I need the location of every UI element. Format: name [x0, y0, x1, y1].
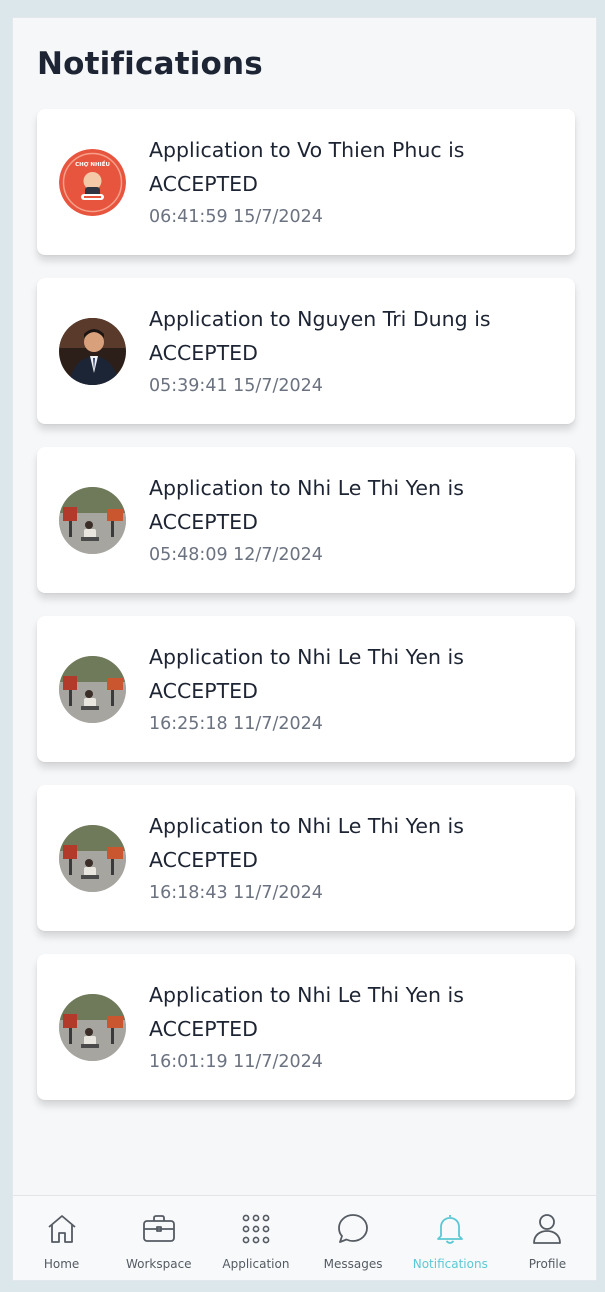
- nav-item-messages[interactable]: Messages: [305, 1196, 402, 1280]
- bell-icon: [437, 1215, 464, 1244]
- notification-message: Application to Nguyen Tri Dung is ACCEPT…: [149, 307, 491, 365]
- avatar: CHỢ NHIỀU: [59, 149, 126, 216]
- notification-list: CHỢ NHIỀU Application to Vo Thien Phuc i…: [37, 109, 575, 1123]
- nav-label: Home: [43, 1257, 80, 1271]
- avatar: [59, 994, 126, 1061]
- app-screen: Notifications CHỢ NHIỀU Application to V…: [12, 17, 597, 1281]
- notification-card[interactable]: Application to Nhi Le Thi Yen is ACCEPTE…: [37, 954, 575, 1100]
- grid-dots-icon: [242, 1214, 270, 1244]
- avatar: [59, 656, 126, 723]
- nav-item-notifications[interactable]: Notifications: [402, 1196, 499, 1280]
- briefcase-icon: [142, 1215, 175, 1242]
- avatar: [59, 487, 126, 554]
- notification-message: Application to Nhi Le Thi Yen is ACCEPTE…: [149, 983, 464, 1041]
- home-icon: [47, 1215, 76, 1243]
- notification-message: Application to Nhi Le Thi Yen is ACCEPTE…: [149, 814, 464, 872]
- notification-timestamp: 16:18:43 11/7/2024: [149, 883, 323, 903]
- user-icon: [533, 1214, 562, 1244]
- nav-item-profile[interactable]: Profile: [499, 1196, 596, 1280]
- notification-card[interactable]: Application to Nguyen Tri Dung is ACCEPT…: [37, 278, 575, 424]
- notification-timestamp: 16:25:18 11/7/2024: [149, 714, 323, 734]
- nav-item-workspace[interactable]: Workspace: [110, 1196, 207, 1280]
- notification-card[interactable]: Application to Nhi Le Thi Yen is ACCEPTE…: [37, 447, 575, 593]
- nav-label: Messages: [323, 1257, 383, 1271]
- notification-card[interactable]: Application to Nhi Le Thi Yen is ACCEPTE…: [37, 616, 575, 762]
- nav-label: Application: [222, 1257, 290, 1271]
- notification-timestamp: 05:39:41 15/7/2024: [149, 376, 323, 396]
- avatar: [59, 825, 126, 892]
- chat-bubble-icon: [338, 1214, 368, 1243]
- avatar: [59, 318, 126, 385]
- notification-message: Application to Vo Thien Phuc is ACCEPTED: [149, 138, 465, 196]
- notification-timestamp: 05:48:09 12/7/2024: [149, 545, 323, 565]
- notification-timestamp: 06:41:59 15/7/2024: [149, 207, 323, 227]
- nav-item-home[interactable]: Home: [13, 1196, 110, 1280]
- notification-message: Application to Nhi Le Thi Yen is ACCEPTE…: [149, 476, 464, 534]
- nav-label: Profile: [528, 1257, 567, 1271]
- page-title: Notifications: [37, 46, 263, 82]
- notification-message: Application to Nhi Le Thi Yen is ACCEPTE…: [149, 645, 464, 703]
- nav-item-application[interactable]: Application: [207, 1196, 304, 1280]
- notification-card[interactable]: CHỢ NHIỀU Application to Vo Thien Phuc i…: [37, 109, 575, 255]
- bottom-nav: Home Workspace Application Messages Noti…: [13, 1195, 596, 1280]
- nav-label: Notifications: [412, 1257, 488, 1271]
- nav-label: Workspace: [125, 1257, 192, 1271]
- notification-timestamp: 16:01:19 11/7/2024: [149, 1052, 323, 1072]
- notification-card[interactable]: Application to Nhi Le Thi Yen is ACCEPTE…: [37, 785, 575, 931]
